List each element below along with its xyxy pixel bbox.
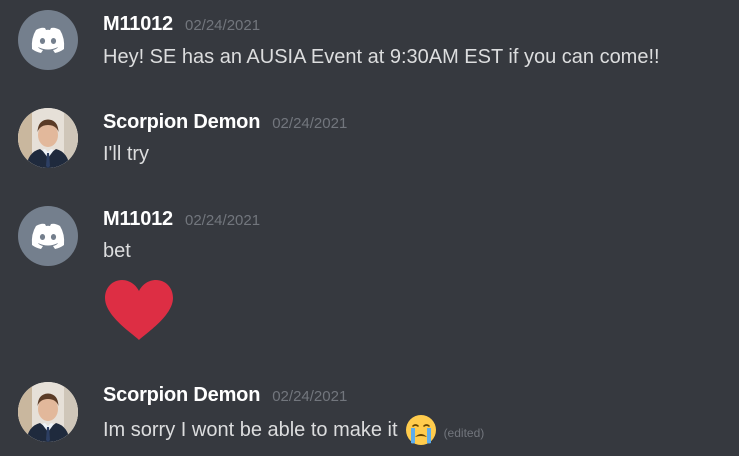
message-text: bet (103, 240, 131, 262)
profile-photo (18, 108, 78, 168)
heart-icon[interactable] (103, 278, 175, 342)
discord-logo-icon (31, 223, 65, 249)
message-text: I'll try (103, 143, 150, 165)
avatar[interactable] (18, 206, 78, 266)
timestamp[interactable]: 02/24/2021 (185, 17, 260, 34)
edited-label: (edited) (443, 426, 485, 440)
username[interactable]: Scorpion Demon (103, 111, 260, 134)
avatar[interactable] (18, 108, 78, 168)
discord-logo-icon (31, 27, 65, 53)
timestamp[interactable]: 02/24/2021 (272, 388, 347, 405)
avatar[interactable] (18, 10, 78, 70)
avatar[interactable] (18, 382, 78, 442)
profile-photo (18, 382, 78, 442)
username[interactable]: Scorpion Demon (103, 384, 260, 407)
timestamp[interactable]: 02/24/2021 (185, 212, 260, 229)
username[interactable]: M11012 (103, 208, 173, 231)
message-text: Im sorry I wont be able to make it (103, 418, 398, 441)
username[interactable]: M11012 (103, 13, 173, 36)
timestamp[interactable]: 02/24/2021 (272, 115, 347, 132)
message-text: Hey! SE has an AUSIA Event at 9:30AM EST… (103, 46, 660, 68)
crying-face-icon[interactable] (404, 413, 438, 447)
